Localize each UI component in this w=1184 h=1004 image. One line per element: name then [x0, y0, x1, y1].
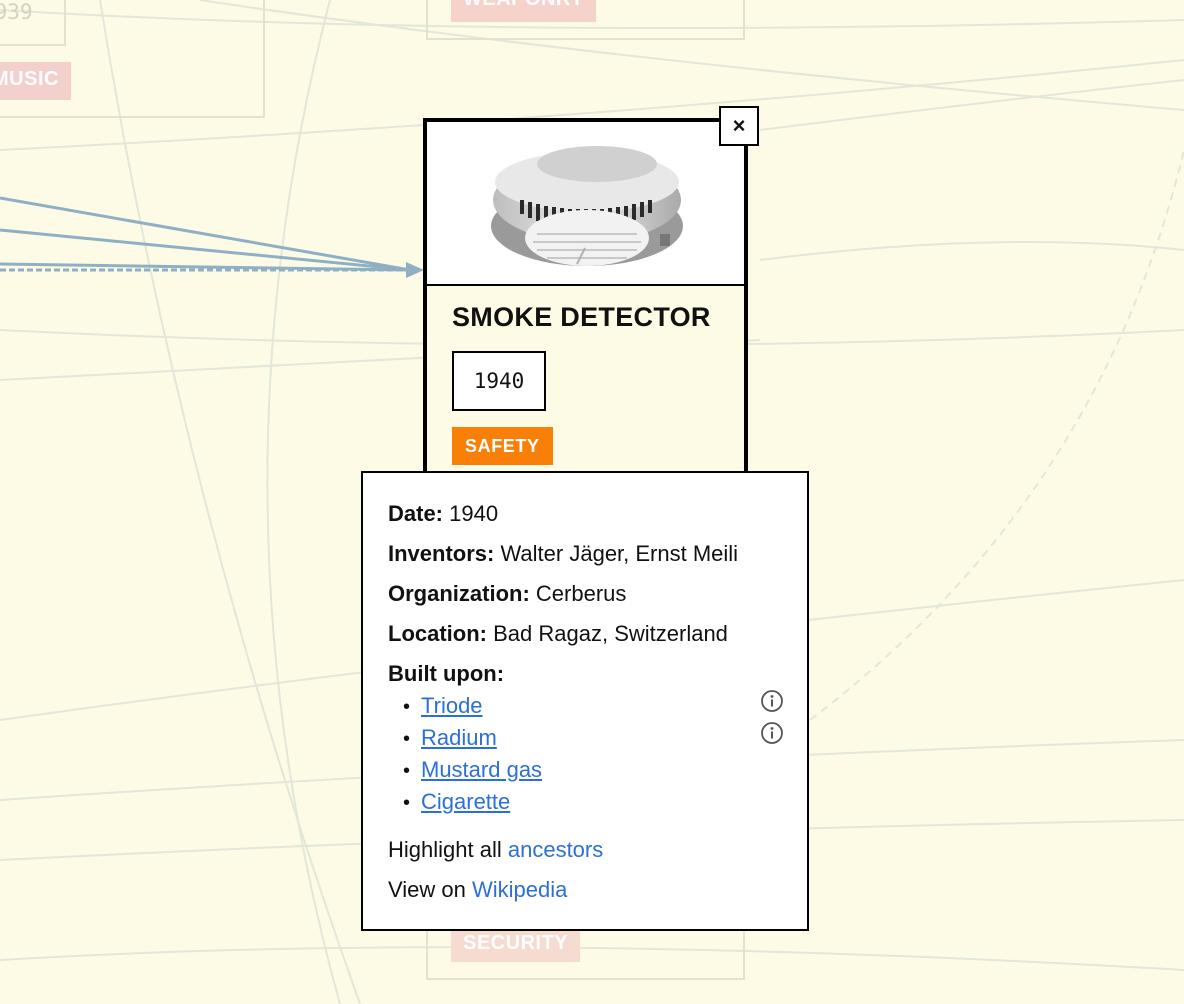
date-row: Date: 1940 — [388, 501, 498, 527]
smoke-detector-image — [427, 122, 744, 286]
view-prefix: View on — [388, 877, 466, 902]
wikipedia-link[interactable]: Wikipedia — [472, 877, 567, 902]
edge-arrowhead — [406, 262, 424, 278]
close-button[interactable]: × — [719, 106, 759, 146]
invention-title: SMOKE DETECTOR — [452, 302, 711, 332]
category-tag[interactable]: SAFETY — [452, 427, 553, 465]
highlight-prefix: Highlight all — [388, 837, 502, 862]
organization-row: Organization: Cerberus — [388, 581, 626, 607]
built-upon-row: Built upon: — [388, 661, 504, 687]
background-tag-music: MUSIC — [0, 62, 71, 100]
date-label: Date: — [388, 501, 444, 526]
dependency-link-cigarette[interactable]: Cigarette — [421, 789, 510, 814]
info-icon[interactable] — [760, 721, 784, 745]
background-tag-weaponry: WEAPONRY — [451, 0, 597, 22]
dependency-link-radium[interactable]: Radium — [421, 725, 497, 750]
invention-year-badge: 1940 — [452, 351, 546, 411]
dependency-link-triode[interactable]: Triode — [421, 693, 483, 718]
dependency-item: • Radium — [403, 725, 497, 750]
dependency-item: • Cigarette — [403, 789, 511, 814]
organization-label: Organization: — [388, 581, 530, 606]
close-icon: × — [732, 113, 746, 138]
date-value: 1940 — [449, 501, 499, 526]
invention-details-popup: Date: 1940 Inventors: Walter Jäger, Erns… — [361, 471, 809, 931]
invention-node-card[interactable]: SMOKE DETECTOR 1940 SAFETY — [423, 118, 748, 490]
inventors-label: Inventors: — [388, 541, 495, 566]
incoming-edges — [0, 196, 411, 272]
inventors-row: Inventors: Walter Jäger, Ernst Meili — [388, 541, 738, 567]
organization-value: Cerberus — [535, 581, 627, 606]
wikipedia-row: View on Wikipedia — [388, 877, 567, 903]
location-row: Location: Bad Ragaz, Switzerland — [388, 621, 728, 647]
built-upon-label: Built upon: — [388, 661, 505, 686]
background-year: 1939 — [0, 0, 66, 46]
dependency-item: • Mustard gas — [403, 757, 543, 782]
background-tag-security: SECURITY — [451, 926, 581, 962]
dependency-link-mustard-gas[interactable]: Mustard gas — [421, 757, 542, 782]
inventors-value: Walter Jäger, Ernst Meili — [500, 541, 739, 566]
highlight-ancestors-link[interactable]: ancestors — [508, 837, 603, 862]
location-value: Bad Ragaz, Switzerland — [493, 621, 728, 646]
location-label: Location: — [388, 621, 487, 646]
highlight-ancestors-row: Highlight all ancestors — [388, 837, 603, 863]
info-icon[interactable] — [760, 689, 784, 713]
dependency-item: • Triode — [403, 693, 483, 718]
